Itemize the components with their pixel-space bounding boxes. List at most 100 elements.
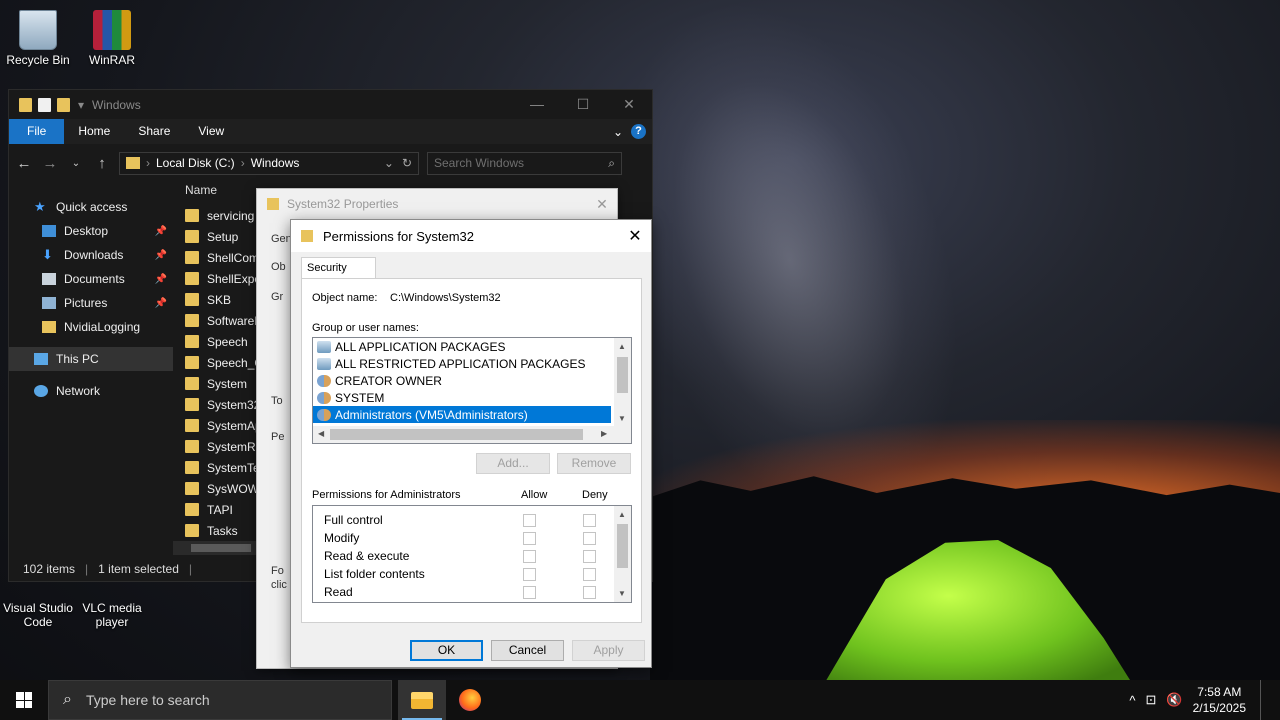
- nav-downloads[interactable]: ⬇ Downloads 📌: [9, 243, 173, 267]
- file-row[interactable]: SysWOW: [185, 478, 264, 499]
- address-bar[interactable]: › Local Disk (C:) › Windows ⌄ ↻: [119, 151, 419, 175]
- group-list-item[interactable]: ALL RESTRICTED APPLICATION PACKAGES: [313, 355, 611, 372]
- up-arrow-icon[interactable]: ↑: [93, 155, 111, 172]
- file-row[interactable]: ShellCom: [185, 247, 264, 268]
- deny-checkbox[interactable]: [583, 514, 596, 527]
- properties-icon[interactable]: [38, 97, 51, 112]
- group-list-item[interactable]: Administrators (VM5\Administrators): [313, 406, 611, 423]
- nav-desktop[interactable]: Desktop 📌: [9, 219, 173, 243]
- allow-checkbox[interactable]: [523, 586, 536, 599]
- nav-pictures[interactable]: Pictures 📌: [9, 291, 173, 315]
- ok-button[interactable]: OK: [410, 640, 483, 661]
- desktop-icon-vscode[interactable]: Visual Studio Code: [3, 585, 73, 629]
- allow-checkbox[interactable]: [523, 568, 536, 581]
- recent-chevron-icon[interactable]: ⌄: [67, 158, 85, 169]
- file-row[interactable]: SystemRe: [185, 436, 264, 457]
- nav-nvidialogging[interactable]: NvidiaLogging: [9, 315, 173, 339]
- nav-network[interactable]: Network: [9, 379, 173, 403]
- horizontal-scrollbar[interactable]: ◀ ▶: [313, 426, 631, 443]
- tab-view[interactable]: View: [184, 119, 238, 144]
- scroll-left-icon[interactable]: ◀: [318, 429, 324, 438]
- desktop-icon-recycle-bin[interactable]: Recycle Bin: [3, 10, 73, 67]
- file-row[interactable]: ShellExpe: [185, 268, 264, 289]
- allow-checkbox[interactable]: [523, 550, 536, 563]
- minimize-button[interactable]: —: [514, 96, 560, 113]
- file-row[interactable]: Speech: [185, 331, 264, 352]
- deny-checkbox[interactable]: [583, 532, 596, 545]
- group-list-item[interactable]: ALL APPLICATION PACKAGES: [313, 338, 611, 355]
- chevron-up-icon[interactable]: ^: [1129, 693, 1135, 708]
- show-desktop-button[interactable]: [1260, 680, 1266, 720]
- scroll-up-icon[interactable]: ▲: [618, 510, 626, 519]
- allow-checkbox[interactable]: [523, 514, 536, 527]
- tab-share[interactable]: Share: [124, 119, 184, 144]
- back-arrow-icon[interactable]: ←: [15, 155, 33, 172]
- start-button[interactable]: [0, 680, 48, 720]
- file-row[interactable]: Tasks: [185, 520, 264, 541]
- tab-security[interactable]: Security: [301, 257, 376, 279]
- file-row[interactable]: servicing: [185, 205, 264, 226]
- close-icon[interactable]: ✕: [587, 196, 617, 213]
- system-tray: ^ ⊡ 🔇 7:58 AM 2/15/2025: [1129, 680, 1280, 720]
- file-row[interactable]: SystemAp: [185, 415, 264, 436]
- deny-checkbox[interactable]: [583, 586, 596, 599]
- file-row[interactable]: System: [185, 373, 264, 394]
- tab-general[interactable]: Gen: [271, 233, 292, 245]
- expand-ribbon-icon[interactable]: ⌄: [613, 125, 623, 139]
- folder-icon: [185, 482, 199, 495]
- nav-quick-access[interactable]: ★ Quick access: [9, 195, 173, 219]
- close-button[interactable]: ✕: [606, 96, 652, 113]
- add-button[interactable]: Add...: [476, 453, 550, 474]
- clock[interactable]: 7:58 AM 2/15/2025: [1193, 684, 1246, 716]
- desktop-icon-vlc[interactable]: VLC media player: [77, 585, 147, 629]
- file-row[interactable]: Speech_O: [185, 352, 264, 373]
- scroll-down-icon[interactable]: ▼: [618, 589, 626, 598]
- new-folder-icon[interactable]: [57, 97, 70, 112]
- scroll-down-icon[interactable]: ▼: [618, 414, 626, 423]
- tab-file[interactable]: File: [9, 119, 65, 144]
- scroll-up-icon[interactable]: ▲: [618, 342, 626, 351]
- apply-button[interactable]: Apply: [572, 640, 645, 661]
- chevron-down-icon[interactable]: ▾: [78, 98, 84, 112]
- volume-muted-icon[interactable]: 🔇: [1166, 692, 1182, 708]
- breadcrumb-root[interactable]: Local Disk (C:): [156, 156, 235, 170]
- horizontal-scrollbar[interactable]: [173, 541, 263, 555]
- nav-documents[interactable]: Documents 📌: [9, 267, 173, 291]
- search-input[interactable]: Search Windows ⌕: [427, 151, 622, 175]
- desktop-icon-winrar[interactable]: WinRAR: [77, 10, 147, 67]
- forward-arrow-icon[interactable]: →: [41, 155, 59, 172]
- tab-home[interactable]: Home: [64, 119, 124, 144]
- deny-checkbox[interactable]: [583, 550, 596, 563]
- file-row[interactable]: SystemTe: [185, 457, 264, 478]
- file-row[interactable]: Setup: [185, 226, 264, 247]
- column-header-name[interactable]: Name: [185, 183, 217, 197]
- breadcrumb-folder[interactable]: Windows: [251, 156, 300, 170]
- folder-icon: [185, 524, 199, 537]
- group-list-item[interactable]: SYSTEM: [313, 389, 611, 406]
- taskbar-file-explorer[interactable]: [398, 680, 446, 720]
- remove-button[interactable]: Remove: [557, 453, 631, 474]
- file-row[interactable]: System32: [185, 394, 264, 415]
- close-icon[interactable]: ✕: [619, 226, 651, 246]
- deny-checkbox[interactable]: [583, 568, 596, 581]
- file-row[interactable]: SoftwareD: [185, 310, 264, 331]
- folder-icon: [185, 461, 199, 474]
- help-icon[interactable]: ?: [631, 124, 646, 139]
- maximize-button[interactable]: ☐: [560, 96, 606, 113]
- scroll-right-icon[interactable]: ▶: [601, 429, 607, 438]
- file-row[interactable]: SKB: [185, 289, 264, 310]
- download-icon: ⬇: [42, 247, 53, 262]
- cancel-button[interactable]: Cancel: [491, 640, 564, 661]
- allow-checkbox[interactable]: [523, 532, 536, 545]
- file-row[interactable]: TAPI: [185, 499, 264, 520]
- vertical-scrollbar[interactable]: ▲ ▼: [614, 506, 631, 602]
- vertical-scrollbar[interactable]: ▲ ▼: [614, 338, 631, 427]
- group-list-item[interactable]: CREATOR OWNER: [313, 372, 611, 389]
- nav-this-pc[interactable]: This PC: [9, 347, 173, 371]
- taskbar-firefox[interactable]: [446, 680, 494, 720]
- network-icon[interactable]: ⊡: [1146, 692, 1157, 708]
- refresh-icon[interactable]: ↻: [402, 156, 412, 170]
- taskbar-search-box[interactable]: ⌕ Type here to search: [48, 680, 392, 720]
- history-chevron-icon[interactable]: ⌄: [384, 156, 394, 170]
- file-list: servicing Setup ShellCom ShellExpe SKB Softwa…: [185, 205, 264, 541]
